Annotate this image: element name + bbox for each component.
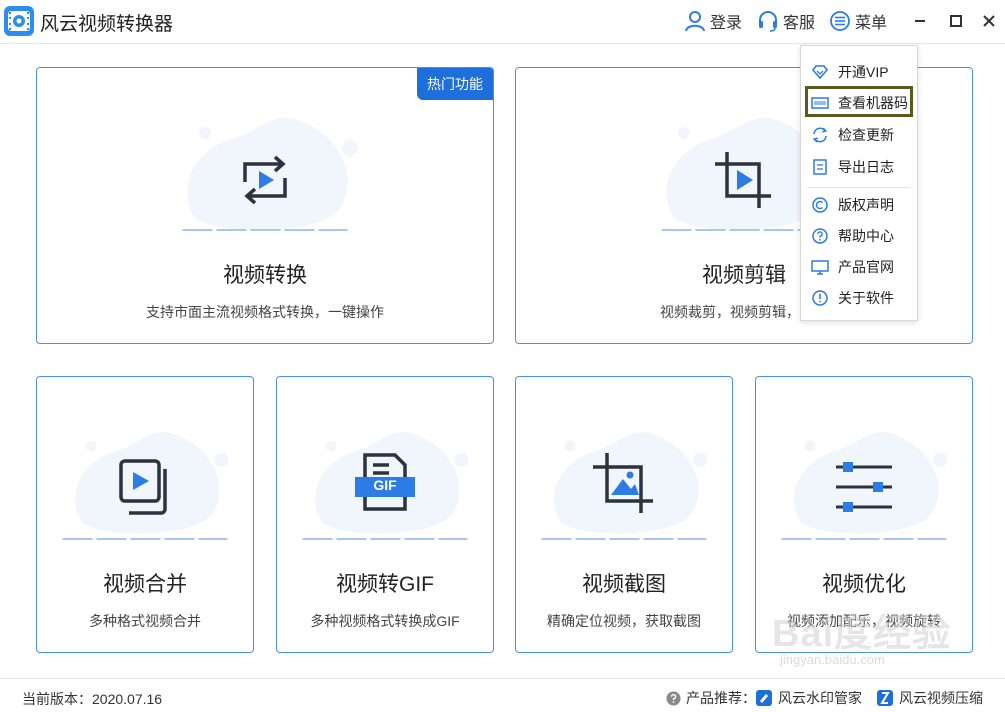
- minimize-icon: [915, 20, 925, 22]
- menu-item-label: 检查更新: [838, 127, 894, 143]
- card-description: 多种格式视频合并: [89, 613, 201, 629]
- status-bar: 当前版本：2020.07.16 产品推荐： 风云水印管家 风云视频压缩: [0, 678, 1005, 712]
- card-divider: [541, 538, 707, 540]
- menu-button[interactable]: 菜单: [829, 8, 887, 34]
- service-label: 客服: [783, 15, 816, 32]
- compress-app-icon: [877, 690, 893, 706]
- monitor-icon: [811, 260, 829, 275]
- menu-icon: [830, 11, 850, 31]
- app-title: 风云视频转换器: [40, 14, 174, 35]
- menu-item-label: 帮助中心: [838, 228, 894, 244]
- crop-image-icon: [593, 453, 653, 513]
- card-video-screenshot[interactable]: 视频截图 精确定位视频，获取截图: [515, 376, 733, 653]
- menu-separator: [807, 187, 911, 188]
- question-icon: [666, 690, 681, 706]
- product-name: 风云水印管家: [778, 690, 862, 706]
- close-button[interactable]: [978, 10, 1000, 32]
- info-icon: [812, 290, 828, 306]
- watermark-app-icon: [756, 690, 772, 706]
- card-video-optimize[interactable]: 视频优化 视频添加配乐，视频旋转: [755, 376, 973, 653]
- log-icon: [813, 159, 827, 175]
- menu-item-label: 关于软件: [838, 290, 894, 306]
- crop-play-icon: [715, 152, 771, 208]
- card-title: 视频转GIF: [336, 573, 434, 596]
- menu-item-label: 导出日志: [838, 159, 894, 175]
- menu-item-website[interactable]: 产品官网: [801, 253, 917, 281]
- card-video-convert[interactable]: 热门功能 视频转换 支持市面主流视频格式转换，一键操作: [36, 67, 494, 344]
- hot-feature-badge: 热门功能: [417, 68, 493, 100]
- maximize-button[interactable]: [945, 10, 967, 32]
- card-description: 支持市面主流视频格式转换，一键操作: [146, 304, 384, 320]
- menu-item-export-log[interactable]: 导出日志: [801, 153, 917, 181]
- card-description: 精确定位视频，获取截图: [547, 613, 701, 629]
- menu-item-label: 版权声明: [838, 197, 894, 213]
- diamond-icon: [811, 65, 829, 80]
- card-divider: [62, 538, 228, 540]
- card-video-to-gif[interactable]: GIF 视频转GIF 多种视频格式转换成GIF: [276, 376, 494, 653]
- maximize-icon: [950, 15, 962, 27]
- merge-icon: [119, 459, 167, 515]
- product-watermark-manager[interactable]: 风云水印管家: [755, 688, 862, 708]
- login-button[interactable]: 登录: [684, 8, 742, 34]
- card-title: 视频转换: [223, 264, 307, 287]
- menu-label: 菜单: [855, 15, 888, 32]
- customer-service-button[interactable]: 客服: [757, 8, 815, 34]
- refresh-icon: [812, 127, 828, 143]
- recommend-label: 产品推荐：: [686, 690, 756, 706]
- highlight-box: [805, 86, 913, 117]
- card-description: 视频添加配乐，视频旋转: [787, 613, 941, 629]
- menu-item-copyright[interactable]: 版权声明: [801, 191, 917, 219]
- gif-icon-label: GIF: [373, 477, 397, 493]
- help-icon: [812, 228, 828, 244]
- minimize-button[interactable]: [909, 10, 931, 32]
- card-video-merge[interactable]: 视频合并 多种格式视频合并: [36, 376, 254, 653]
- card-title: 视频合并: [103, 573, 187, 596]
- menu-item-help-center[interactable]: 帮助中心: [801, 222, 917, 250]
- product-video-compress[interactable]: 风云视频压缩: [876, 688, 983, 708]
- headset-icon: [759, 11, 777, 32]
- title-bar: 风云视频转换器 登录 客服 菜单: [0, 0, 1005, 44]
- user-icon: [685, 11, 705, 32]
- close-icon: [983, 15, 995, 27]
- version-text: 当前版本：2020.07.16: [22, 691, 163, 707]
- menu-item-vip[interactable]: 开通VIP: [801, 58, 917, 86]
- sliders-icon: [836, 462, 892, 512]
- login-label: 登录: [710, 15, 743, 32]
- product-recommend[interactable]: 产品推荐：: [666, 688, 756, 708]
- product-name: 风云视频压缩: [899, 690, 983, 706]
- menu-item-label: 开通VIP: [838, 64, 889, 80]
- menu-item-check-update[interactable]: 检查更新: [801, 121, 917, 149]
- card-divider: [781, 538, 947, 540]
- card-description: 多种视频格式转换成GIF: [310, 613, 460, 629]
- app-logo-icon: [4, 6, 34, 36]
- menu-item-label: 产品官网: [838, 259, 894, 275]
- watermark-subtext: jingyan.baidu.com: [780, 652, 885, 667]
- card-title: 视频优化: [822, 573, 906, 596]
- card-divider: [182, 229, 348, 231]
- card-divider: [302, 538, 468, 540]
- convert-icon: [243, 155, 287, 205]
- card-title: 视频截图: [582, 573, 666, 596]
- copyright-icon: [812, 197, 828, 213]
- menu-item-about[interactable]: 关于软件: [801, 284, 917, 312]
